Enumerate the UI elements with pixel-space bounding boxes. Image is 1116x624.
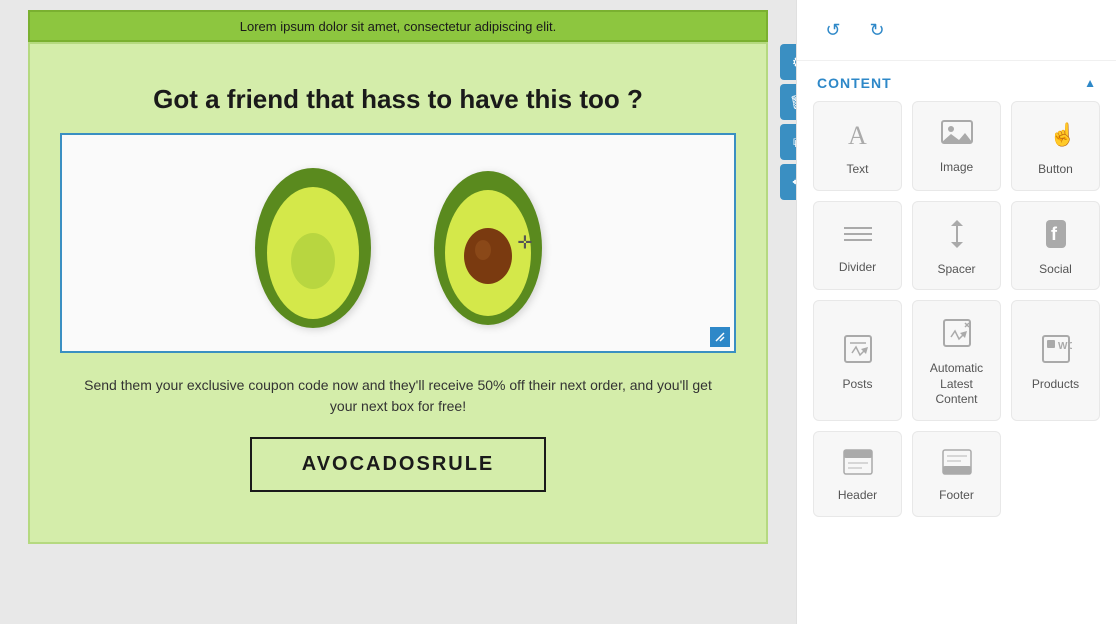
header-icon: [842, 448, 874, 480]
footer-icon: [941, 448, 973, 480]
email-top-bar: Lorem ipsum dolor sit amet, consectetur …: [28, 10, 768, 42]
coupon-code-block: AVOCADOSRULE: [60, 427, 736, 512]
social-icon: f: [1040, 218, 1072, 254]
content-collapse-icon[interactable]: ▲: [1084, 76, 1096, 90]
text-icon: A: [842, 118, 874, 154]
resize-handle[interactable]: [710, 327, 730, 347]
products-label: Products: [1032, 377, 1079, 393]
top-bar-text: Lorem ipsum dolor sit amet, consectetur …: [240, 19, 556, 34]
email-heading: Got a friend that hass to have this too …: [70, 84, 726, 115]
content-item-posts[interactable]: Posts: [813, 300, 902, 421]
move-button[interactable]: ✥: [780, 164, 796, 200]
button-label: Button: [1038, 162, 1073, 178]
divider-label: Divider: [839, 260, 876, 276]
social-label: Social: [1039, 262, 1072, 278]
settings-button[interactable]: ⚙: [780, 44, 796, 80]
content-item-social[interactable]: f Social: [1011, 201, 1100, 291]
posts-icon: [842, 333, 874, 369]
redo-button[interactable]: ↻: [861, 14, 893, 46]
svg-text:A: A: [848, 121, 867, 150]
email-body: ⚙ 🗑 ⧉ ✥ Got a friend that hass to have t…: [28, 42, 768, 544]
undo-button[interactable]: ↺: [817, 14, 849, 46]
svg-text:WOO: WOO: [1058, 341, 1072, 352]
alc-icon: [941, 317, 973, 353]
heading-block: Got a friend that hass to have this too …: [60, 64, 736, 125]
button-icon: ☝: [1040, 118, 1072, 154]
divider-icon: [842, 220, 874, 252]
email-wrapper: Lorem ipsum dolor sit amet, consectetur …: [28, 10, 768, 544]
content-header: CONTENT ▲: [797, 61, 1116, 101]
content-item-alc[interactable]: Automatic Latest Content: [912, 300, 1001, 421]
alc-label: Automatic Latest Content: [921, 361, 992, 408]
image-label: Image: [940, 160, 973, 176]
coupon-text: Send them your exclusive coupon code now…: [80, 375, 716, 417]
content-item-spacer[interactable]: Spacer: [912, 201, 1001, 291]
canvas-area: Lorem ipsum dolor sit amet, consectetur …: [0, 0, 796, 624]
block-toolbar-right: ⚙ 🗑 ⧉ ✥: [780, 44, 796, 200]
delete-button[interactable]: 🗑: [780, 84, 796, 120]
products-icon: WOO: [1040, 333, 1072, 369]
posts-label: Posts: [842, 377, 872, 393]
coupon-code-button[interactable]: AVOCADOSRULE: [250, 437, 547, 492]
duplicate-button[interactable]: ⧉: [780, 124, 796, 160]
footer-label: Footer: [939, 488, 974, 504]
content-item-image[interactable]: Image: [912, 101, 1001, 191]
header-label: Header: [838, 488, 877, 504]
svg-text:☝: ☝: [1049, 121, 1072, 148]
content-item-divider[interactable]: Divider: [813, 201, 902, 291]
spacer-label: Spacer: [937, 262, 975, 278]
content-item-products[interactable]: WOO Products: [1011, 300, 1100, 421]
coupon-text-block: Send them your exclusive coupon code now…: [60, 361, 736, 427]
content-item-footer[interactable]: Footer: [912, 431, 1001, 517]
content-item-header[interactable]: Header: [813, 431, 902, 517]
right-panel: ↺ ↻ CONTENT ▲ A Text Image ☝ Button: [796, 0, 1116, 624]
avocado-image: [62, 135, 734, 351]
content-item-button[interactable]: ☝ Button: [1011, 101, 1100, 191]
text-label: Text: [846, 162, 868, 178]
move-cursor: ✛: [517, 233, 532, 254]
content-title: CONTENT: [817, 75, 892, 91]
image-icon: [941, 120, 973, 152]
svg-text:f: f: [1051, 224, 1058, 244]
undo-redo-bar: ↺ ↻: [797, 0, 1116, 61]
image-block[interactable]: ⚙ 🗑 ⧉ ✥: [60, 133, 736, 353]
content-grid: A Text Image ☝ Button Divider: [797, 101, 1116, 533]
avocado-left: [243, 153, 383, 333]
spacer-icon: [941, 218, 973, 254]
avocado-right: [423, 156, 553, 331]
content-item-text[interactable]: A Text: [813, 101, 902, 191]
